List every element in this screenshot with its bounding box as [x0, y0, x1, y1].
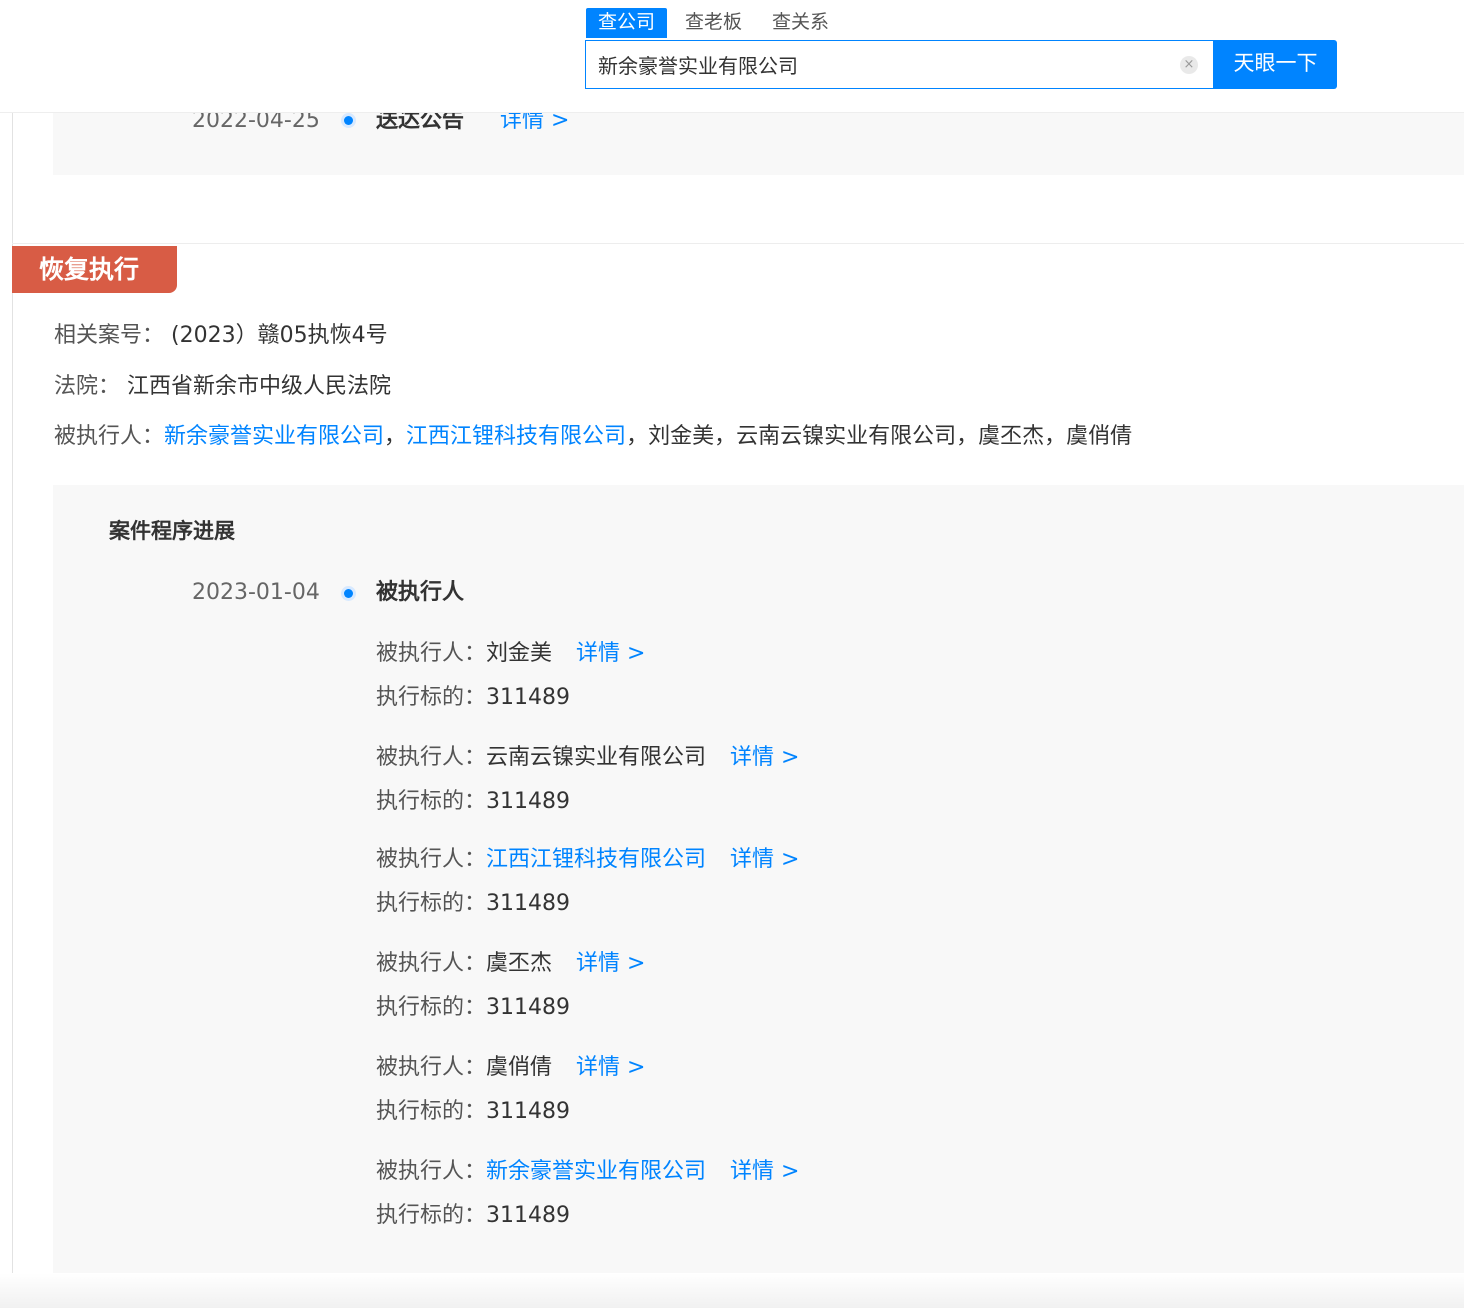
- amount-label: 执行标的：: [376, 1203, 487, 1228]
- detail-link[interactable]: 详情 >: [730, 1159, 799, 1184]
- clear-icon[interactable]: ×: [1180, 56, 1198, 74]
- party-name: 虞俏倩: [1066, 424, 1133, 449]
- detail-link[interactable]: 详情 >: [730, 745, 799, 770]
- party-separator: ，: [714, 424, 737, 449]
- party-name: 虞丕杰: [978, 424, 1045, 449]
- executed-person-line: 被执行人：新余豪誉实业有限公司 详情 >: [376, 1159, 1076, 1185]
- executed-person-label: 被执行人：: [376, 1159, 487, 1184]
- executed-person-label: 被执行人：: [376, 847, 487, 872]
- amount-value: 311489: [486, 995, 570, 1020]
- court-line: 法院： 江西省新余市中级人民法院: [54, 373, 391, 401]
- executed-entry: 被执行人：新余豪誉实业有限公司 详情 > 执行标的：311489: [376, 1159, 1076, 1229]
- executed-person-label: 被执行人：: [376, 641, 487, 666]
- party-separator: ，: [956, 424, 979, 449]
- party-link[interactable]: 江西江锂科技有限公司: [406, 424, 626, 449]
- executed-entry: 被执行人：刘金美 详情 > 执行标的：311489: [376, 641, 1076, 711]
- case-number-label: 相关案号：: [54, 323, 165, 348]
- page-bottom-edge: [0, 1273, 1464, 1308]
- amount-label: 执行标的：: [376, 1099, 487, 1124]
- executed-entry: 被执行人：云南云镍实业有限公司 详情 > 执行标的：311489: [376, 745, 1076, 815]
- previous-event: 2022-04-25 送达公告 详情 >: [53, 108, 1464, 175]
- amount-line: 执行标的：311489: [376, 891, 1076, 917]
- section-divider: [12, 243, 1464, 244]
- amount-line: 执行标的：311489: [376, 685, 1076, 711]
- executed-person-line: 被执行人：虞俏倩 详情 >: [376, 1055, 1076, 1081]
- detail-link[interactable]: 详情 >: [730, 847, 799, 872]
- parties-line: 被执行人：新余豪誉实业有限公司，江西江锂科技有限公司，刘金美，云南云镍实业有限公…: [54, 423, 1132, 451]
- executed-person-label: 被执行人：: [376, 745, 487, 770]
- executed-person-name: 虞俏倩: [486, 1055, 553, 1080]
- event-date: 2023-01-04: [192, 580, 320, 605]
- court-value: 江西省新余市中级人民法院: [127, 374, 392, 399]
- amount-line: 执行标的：311489: [376, 1203, 1076, 1229]
- executed-person-label: 被执行人：: [376, 1055, 487, 1080]
- event-title: 被执行人: [376, 580, 465, 605]
- amount-line: 执行标的：311489: [376, 1099, 1076, 1125]
- progress-title: 案件程序进展: [109, 519, 235, 543]
- executed-person-link[interactable]: 新余豪誉实业有限公司: [486, 1159, 706, 1184]
- executed-person-label: 被执行人：: [376, 951, 487, 976]
- amount-value: 311489: [486, 891, 570, 916]
- amount-label: 执行标的：: [376, 995, 487, 1020]
- amount-value: 311489: [486, 1203, 570, 1228]
- detail-link[interactable]: 详情 >: [576, 1055, 645, 1080]
- amount-value: 311489: [486, 789, 570, 814]
- detail-link[interactable]: 详情 >: [576, 951, 645, 976]
- tab-company[interactable]: 查公司: [586, 8, 668, 38]
- amount-label: 执行标的：: [376, 685, 487, 710]
- timeline-dot: [344, 589, 353, 598]
- top-search-bar: 查公司 查老板 查关系 × 天眼一下: [0, 0, 1464, 113]
- amount-label: 执行标的：: [376, 789, 487, 814]
- detail-link[interactable]: 详情 >: [576, 641, 645, 666]
- executed-person-link[interactable]: 江西江锂科技有限公司: [486, 847, 706, 872]
- parties-label: 被执行人：: [54, 424, 165, 449]
- party-separator: ，: [384, 424, 407, 449]
- case-progress-panel: 案件程序进展 2023-01-04 被执行人 被执行人：刘金美 详情 > 执行标的…: [53, 485, 1464, 1273]
- executed-person-line: 被执行人：虞丕杰 详情 >: [376, 951, 1076, 977]
- party-name: 刘金美: [648, 424, 715, 449]
- executed-person-line: 被执行人：云南云镍实业有限公司 详情 >: [376, 745, 1076, 771]
- executed-person-line: 被执行人：江西江锂科技有限公司 详情 >: [376, 847, 1076, 873]
- amount-line: 执行标的：311489: [376, 789, 1076, 815]
- search-input[interactable]: [598, 50, 1158, 78]
- executed-person-name: 刘金美: [486, 641, 553, 666]
- amount-value: 311489: [486, 685, 570, 710]
- case-number-value: (2023）赣05执恢4号: [171, 323, 388, 348]
- amount-label: 执行标的：: [376, 891, 487, 916]
- party-separator: ，: [1044, 424, 1067, 449]
- party-separator: ，: [626, 424, 649, 449]
- party-link[interactable]: 新余豪誉实业有限公司: [164, 424, 384, 449]
- executed-person-line: 被执行人：刘金美 详情 >: [376, 641, 1076, 667]
- timeline-dot: [344, 116, 353, 125]
- executed-person-name: 虞丕杰: [486, 951, 553, 976]
- executed-person-name: 云南云镍实业有限公司: [486, 745, 707, 770]
- party-name: 云南云镍实业有限公司: [736, 424, 957, 449]
- amount-value: 311489: [486, 1099, 570, 1124]
- executed-entry: 被执行人：虞丕杰 详情 > 执行标的：311489: [376, 951, 1076, 1021]
- search-box: ×: [585, 40, 1214, 89]
- search-button[interactable]: 天眼一下: [1214, 40, 1337, 89]
- tab-boss[interactable]: 查老板: [673, 8, 754, 38]
- court-label: 法院：: [54, 374, 121, 399]
- case-number-line: 相关案号： (2023）赣05执恢4号: [54, 322, 388, 350]
- tab-relation[interactable]: 查关系: [760, 8, 841, 38]
- search-tabs: 查公司 查老板 查关系: [586, 8, 847, 40]
- section-badge: 恢复执行: [12, 246, 177, 293]
- executed-entry: 被执行人：虞俏倩 详情 > 执行标的：311489: [376, 1055, 1076, 1125]
- executed-entry: 被执行人：江西江锂科技有限公司 详情 > 执行标的：311489: [376, 847, 1076, 917]
- amount-line: 执行标的：311489: [376, 995, 1076, 1021]
